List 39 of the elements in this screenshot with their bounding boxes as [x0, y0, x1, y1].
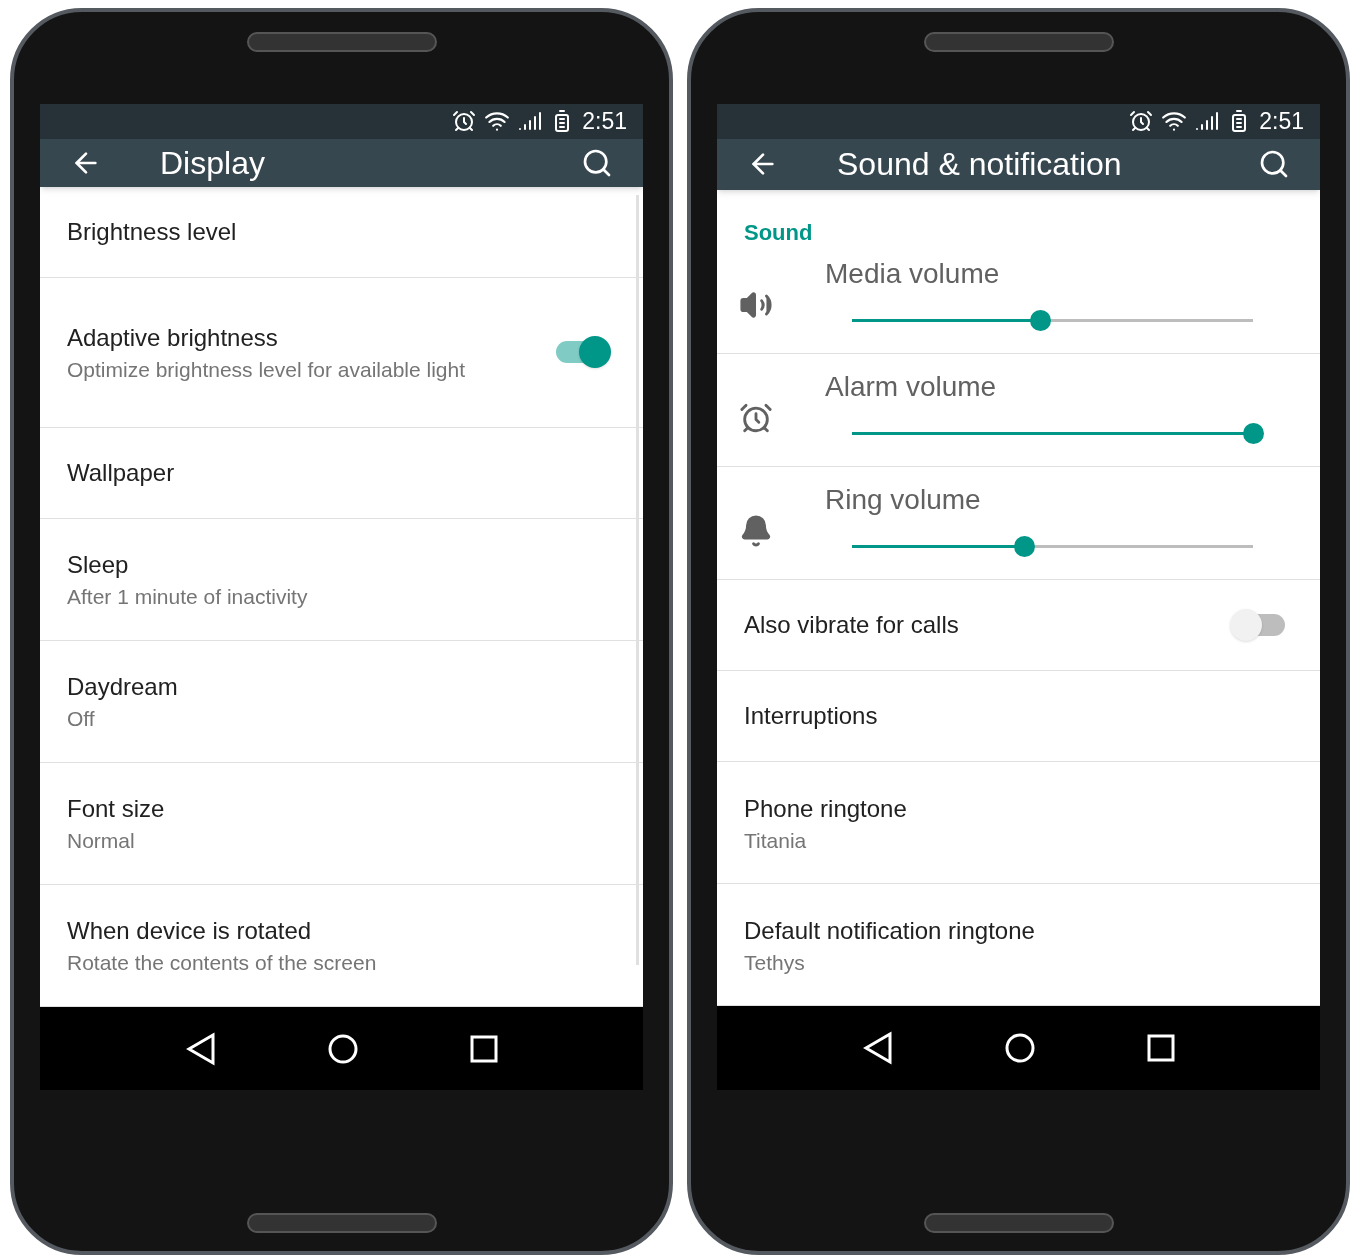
- recents-square-icon[interactable]: [1146, 1034, 1175, 1062]
- setting-title[interactable]: Daydream: [67, 669, 611, 705]
- setting-summary: Titania: [744, 827, 808, 854]
- bell-icon: [739, 514, 773, 548]
- slider-thumb[interactable]: [1014, 535, 1036, 557]
- setting-title[interactable]: Interruptions: [744, 698, 1288, 734]
- alarm-clock-icon: [739, 401, 773, 435]
- slider-label: Alarm volume: [825, 370, 998, 404]
- back-triangle-icon[interactable]: [185, 1031, 216, 1066]
- setting-summary: Tethys: [744, 949, 806, 976]
- slider-label: Ring volume: [825, 483, 982, 517]
- setting-title[interactable]: Default notification ringtone: [744, 912, 1288, 949]
- setting-summary: After 1 minute of inactivity: [67, 584, 309, 610]
- setting-title[interactable]: Brightness level: [67, 213, 611, 250]
- recents-square-icon[interactable]: [469, 1034, 498, 1063]
- alarm-clock-icon: [1129, 109, 1154, 134]
- setting-title[interactable]: Phone ringtone: [744, 790, 1288, 827]
- slider-thumb[interactable]: [1030, 309, 1052, 331]
- setting-title[interactable]: Wallpaper: [67, 454, 611, 491]
- setting-summary: Optimize brightness level for available light: [67, 357, 467, 383]
- toolbar-title: Display: [160, 143, 266, 183]
- setting-title[interactable]: Font size: [67, 791, 611, 827]
- setting-title[interactable]: Also vibrate for calls: [744, 607, 1230, 643]
- status-time: 2:51: [1259, 107, 1304, 136]
- slider-label: Media volume: [825, 257, 1001, 291]
- back-triangle-icon[interactable]: [862, 1031, 893, 1065]
- setting-summary: Normal: [67, 828, 136, 854]
- section-header: Sound: [743, 219, 814, 247]
- home-circle-icon[interactable]: [1003, 1032, 1036, 1064]
- slider-thumb[interactable]: [1243, 422, 1264, 444]
- status-time: 2:51: [582, 107, 627, 136]
- home-circle-icon[interactable]: [326, 1032, 359, 1065]
- setting-title[interactable]: Sleep: [67, 547, 611, 583]
- setting-title[interactable]: When device is rotated: [67, 913, 611, 949]
- alarm-clock-icon: [452, 109, 477, 134]
- setting-title[interactable]: Adaptive brightness: [67, 320, 553, 356]
- toolbar-title: Sound & notification: [837, 145, 1123, 185]
- setting-summary: Rotate the contents of the screen: [67, 950, 378, 976]
- setting-summary: Off: [67, 706, 96, 732]
